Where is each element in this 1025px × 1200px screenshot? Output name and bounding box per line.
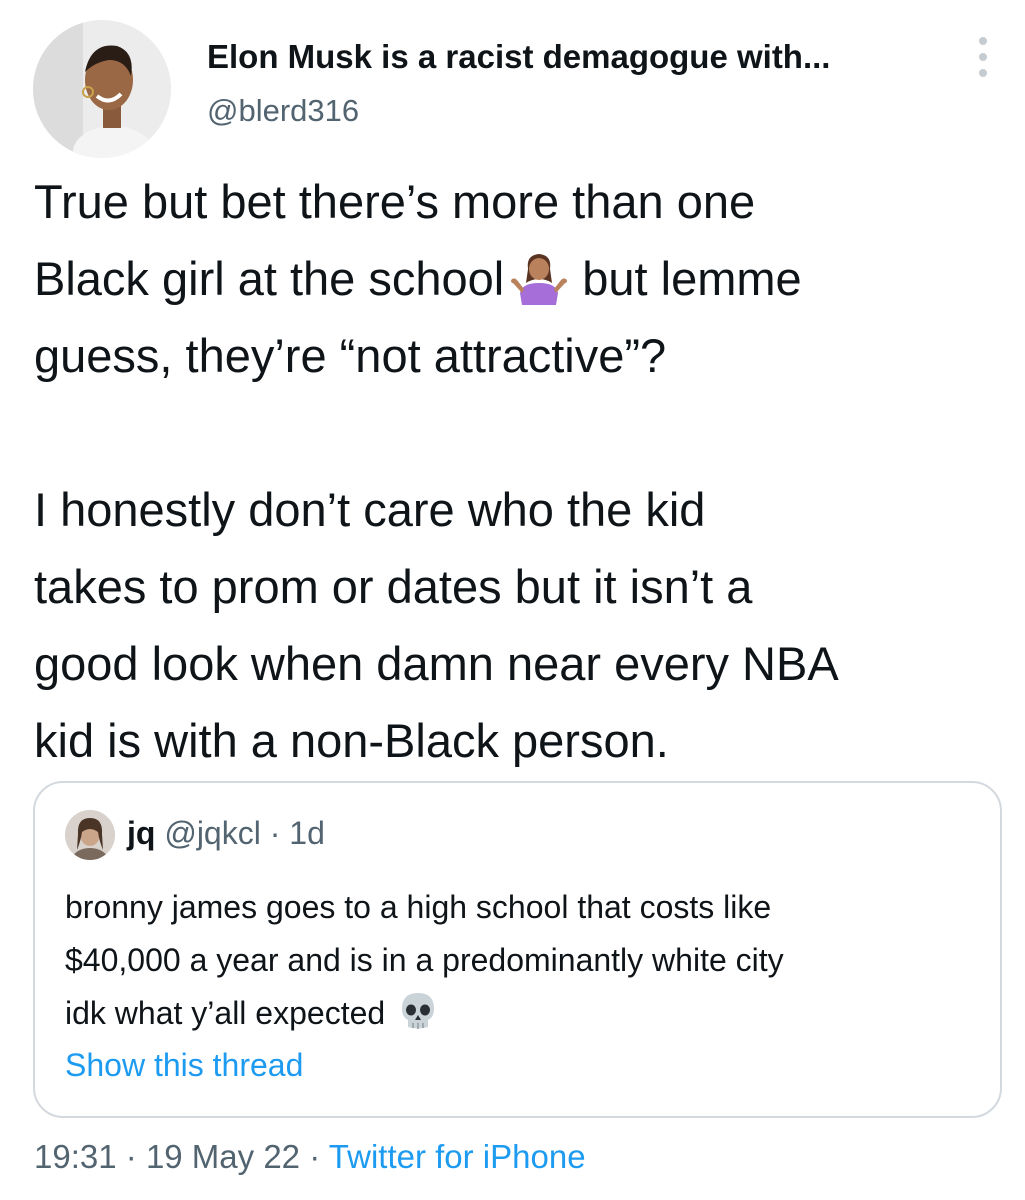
author-display-name[interactable]: Elon Musk is a racist demagogue with... — [207, 38, 830, 76]
skull-icon — [402, 993, 435, 1029]
show-thread-link[interactable]: Show this thread — [65, 1047, 303, 1084]
quote-author-handle[interactable]: @jqkcl — [164, 815, 261, 851]
quote-author-name[interactable]: jq — [127, 815, 155, 851]
quoted-tweet-card[interactable]: jq @jqkcl · 1d bronny james goes to a hi… — [33, 781, 1002, 1118]
tweet-time[interactable]: 19:31 — [34, 1138, 117, 1175]
tweet-line: takes to prom or dates but it isn’t a — [34, 560, 753, 613]
quote-age[interactable]: 1d — [289, 815, 325, 851]
quote-separator: · — [269, 815, 281, 851]
more-dot-icon — [979, 37, 987, 45]
footer-separator: · — [125, 1138, 137, 1175]
quote-line: bronny james goes to a high school that … — [65, 889, 772, 925]
person-shrugging-icon — [511, 254, 568, 305]
author-handle[interactable]: @blerd316 — [207, 93, 359, 129]
quote-header: jq @jqkcl · 1d — [127, 815, 325, 852]
quote-line-segment: idk what y’all expected — [65, 995, 386, 1031]
tweet-line-segment: Black girl at the school — [34, 252, 505, 305]
quote-line: idk what y’all expected — [65, 987, 985, 1040]
tweet-footer: 19:31 · 19 May 22 · Twitter for iPhone — [34, 1138, 586, 1176]
profile-photo-icon — [65, 810, 115, 860]
more-options-button[interactable] — [970, 37, 996, 77]
tweet-line: I honestly don’t care who the kid — [34, 483, 706, 536]
tweet-text: True but bet there’s more than one Black… — [34, 163, 1009, 779]
author-avatar[interactable] — [33, 20, 171, 158]
tweet-source-link[interactable]: Twitter for iPhone — [329, 1138, 586, 1175]
tweet-line: Black girl at the school but lemme — [34, 240, 1009, 317]
tweet-date[interactable]: 19 May 22 — [146, 1138, 300, 1175]
profile-photo-icon — [33, 20, 171, 158]
tweet-line: True but bet there’s more than one — [34, 175, 756, 228]
tweet-line: kid is with a non-Black person. — [34, 714, 669, 767]
quote-text: bronny james goes to a high school that … — [65, 881, 985, 1040]
quote-line: $40,000 a year and is in a predominantly… — [65, 942, 784, 978]
more-dot-icon — [979, 69, 987, 77]
tweet-line: guess, they’re “not attractive”? — [34, 329, 667, 382]
tweet-line-segment: but lemme — [582, 252, 802, 305]
quote-author-avatar[interactable] — [65, 810, 115, 860]
more-dot-icon — [979, 53, 987, 61]
footer-separator: · — [309, 1138, 321, 1175]
tweet-line: good look when damn near every NBA — [34, 637, 839, 690]
